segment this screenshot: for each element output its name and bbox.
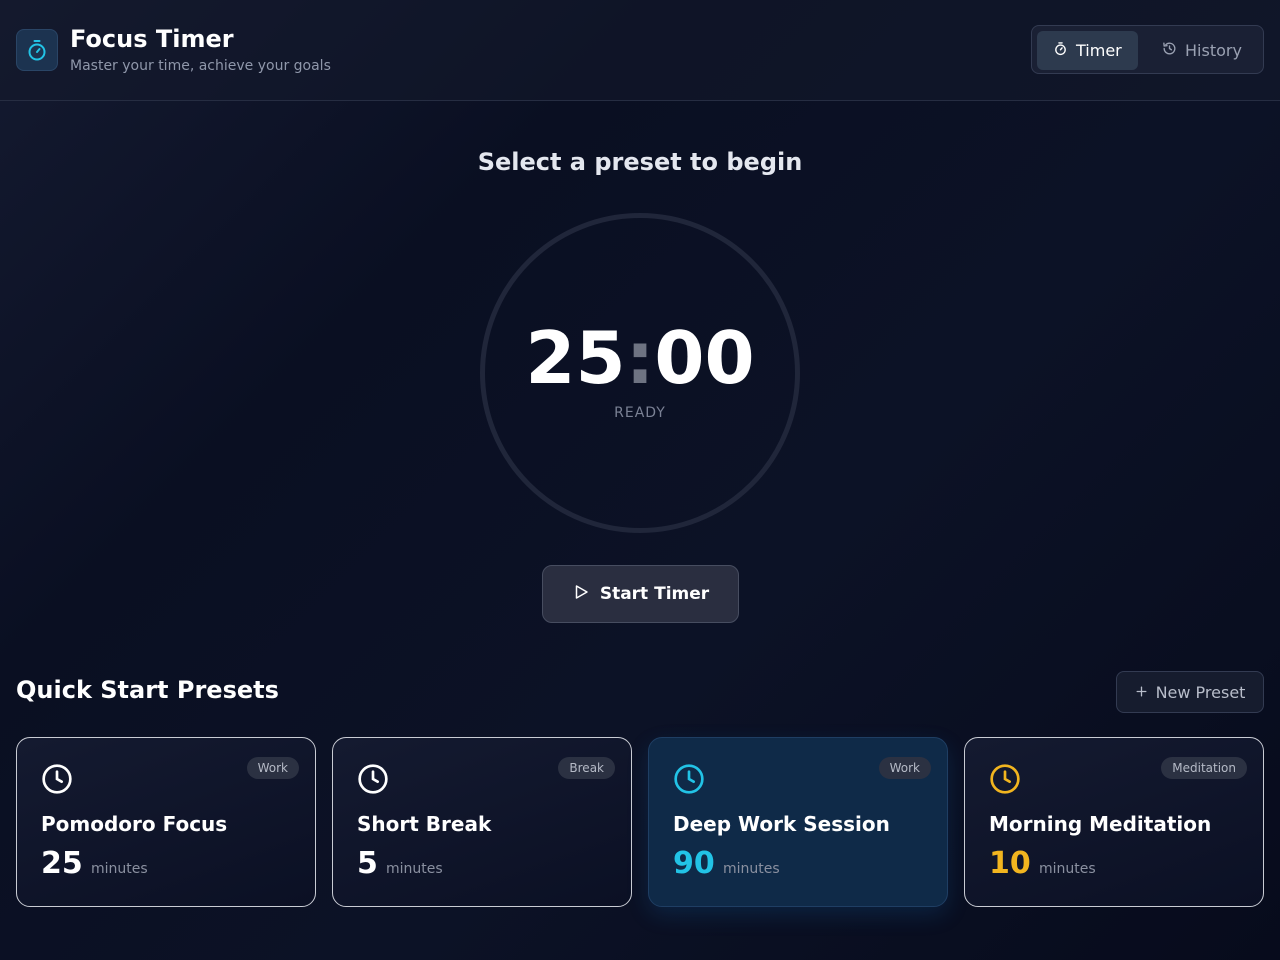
play-icon — [572, 583, 590, 606]
view-switcher: Timer History — [1031, 25, 1264, 74]
stopwatch-icon — [16, 29, 58, 71]
preset-duration-unit: minutes — [723, 861, 780, 877]
preset-duration-unit: minutes — [1039, 861, 1096, 877]
preset-card-short-break[interactable]: Break Short Break 5 minutes — [332, 737, 632, 907]
preset-card-deep-work-session[interactable]: Work Deep Work Session 90 minutes — [648, 737, 948, 907]
start-timer-label: Start Timer — [599, 584, 710, 604]
preset-name: Short Break — [357, 812, 492, 836]
preset-name: Morning Meditation — [989, 812, 1212, 836]
start-timer-button[interactable]: Start Timer — [542, 565, 739, 623]
new-preset-button[interactable]: New Preset — [1116, 671, 1264, 713]
app-subtitle: Master your time, achieve your goals — [70, 58, 331, 74]
preset-name: Pomodoro Focus — [41, 812, 228, 836]
timer-status: READY — [614, 405, 666, 421]
tab-history-label: History — [1185, 41, 1242, 60]
preset-card-morning-meditation[interactable]: Meditation Morning Meditation 10 minutes — [964, 737, 1264, 907]
preset-duration: 90 — [673, 846, 715, 881]
preset-duration: 25 — [41, 846, 83, 881]
timer-display: 25:00 — [0, 318, 1280, 398]
app-title: Focus Timer — [70, 25, 234, 53]
preset-duration-unit: minutes — [386, 861, 443, 877]
stopwatch-icon — [1053, 41, 1068, 60]
timer-separator: : — [625, 316, 655, 400]
clock-icon — [673, 763, 705, 799]
preset-duration: 10 — [989, 846, 1031, 881]
app-header: Focus Timer Master your time, achieve yo… — [0, 0, 1280, 101]
preset-duration: 5 — [357, 846, 378, 881]
timer-prompt: Select a preset to begin — [477, 148, 803, 176]
clock-icon — [989, 763, 1021, 799]
timer-minutes: 25 — [525, 316, 626, 400]
tab-history[interactable]: History — [1146, 31, 1258, 70]
preset-category-badge: Break — [558, 757, 615, 779]
tab-timer[interactable]: Timer — [1037, 31, 1138, 70]
preset-card-pomodoro-focus[interactable]: Work Pomodoro Focus 25 minutes — [16, 737, 316, 907]
clock-icon — [357, 763, 389, 799]
new-preset-label: New Preset — [1155, 682, 1246, 702]
history-icon — [1162, 41, 1177, 60]
preset-duration-unit: minutes — [91, 861, 148, 877]
timer-seconds: 00 — [654, 316, 755, 400]
tab-timer-label: Timer — [1076, 41, 1122, 60]
plus-icon — [1135, 683, 1148, 702]
preset-name: Deep Work Session — [673, 812, 890, 836]
preset-category-badge: Work — [878, 757, 931, 779]
preset-category-badge: Work — [246, 757, 299, 779]
clock-icon — [41, 763, 73, 799]
preset-category-badge: Meditation — [1161, 757, 1247, 779]
presets-title: Quick Start Presets — [16, 676, 279, 704]
